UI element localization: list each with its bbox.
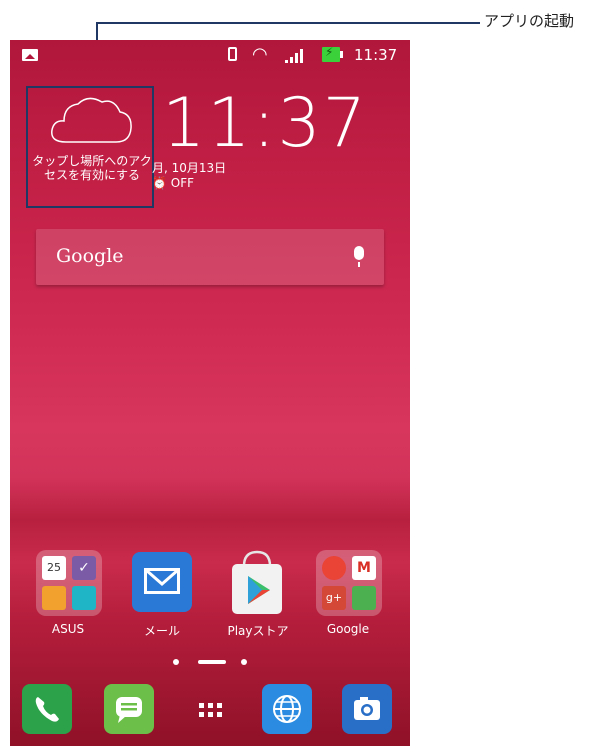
folder-icon: 25 ✓ — [36, 550, 102, 616]
clock-date: 月, 10月13日 — [152, 161, 227, 175]
google-plus-icon: g+ — [322, 586, 346, 610]
status-bar: ◠ 11:37 — [10, 40, 410, 70]
app-label: Google — [326, 622, 370, 636]
page-indicator — [173, 659, 247, 665]
mic-icon[interactable] — [354, 246, 364, 260]
app-label: Playストア — [227, 624, 289, 638]
weather-location-prompt: タップし場所へのアクセスを有効にする — [32, 154, 152, 182]
callout-label: アプリの起動 — [484, 12, 575, 30]
search-label: Google — [56, 245, 124, 267]
all-apps-icon[interactable] — [186, 684, 236, 734]
browser-icon[interactable] — [262, 684, 312, 734]
contacts-icon — [72, 586, 96, 610]
wifi-icon: ◠ — [252, 44, 268, 65]
alarm-icon: ⏰ — [152, 176, 167, 190]
google-search-bar[interactable]: Google — [36, 229, 384, 285]
play-store-icon — [232, 550, 282, 614]
app-label: メール — [143, 624, 180, 638]
alarm-status: ⏰ OFF — [152, 176, 194, 190]
clock-time[interactable]: 11:37 — [162, 84, 368, 163]
mail-icon — [132, 552, 192, 612]
alarm-value: OFF — [170, 176, 195, 190]
gmail-icon: M — [352, 556, 376, 580]
folder-icon: M g+ — [316, 550, 382, 616]
chrome-icon — [322, 556, 346, 580]
messages-icon[interactable] — [104, 684, 154, 734]
weather-app-icon — [42, 586, 66, 610]
status-time: 11:37 — [354, 46, 398, 64]
maps-icon — [352, 586, 376, 610]
cloud-icon — [51, 97, 132, 143]
tasks-icon: ✓ — [72, 556, 96, 580]
app-label: ASUS — [51, 622, 85, 636]
camera-icon[interactable] — [342, 684, 392, 734]
phone-icon[interactable] — [22, 684, 72, 734]
calendar-icon: 25 — [42, 556, 66, 580]
battery-charging-icon — [322, 45, 340, 62]
signal-icon — [285, 48, 305, 63]
callout-line — [96, 22, 480, 24]
vibrate-icon — [228, 47, 237, 61]
weather-widget[interactable]: タップし場所へのアクセスを有効にする — [26, 86, 154, 208]
photo-notification-icon — [22, 49, 38, 61]
phone-screen: ◠ 11:37 タップし場所へのアクセスを有効にする 11:37 月, 10月1… — [10, 40, 410, 746]
